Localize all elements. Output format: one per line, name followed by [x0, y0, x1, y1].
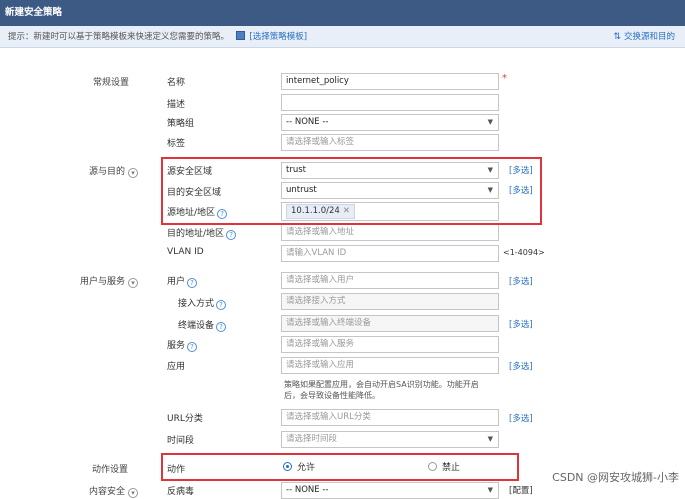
label-terminal: 终端设备?	[178, 318, 227, 332]
swap-arrows-icon: ⇅	[613, 32, 621, 42]
highlight-action	[161, 453, 519, 481]
time-placeholder: 请选择时间段	[286, 434, 338, 444]
section-content-security[interactable]: 内容安全 ▾	[89, 484, 139, 498]
required-mark: *	[502, 73, 507, 84]
swap-source-dest-link[interactable]: ⇅ 交换源和目的	[613, 26, 675, 48]
dialog-title: 新建安全策略	[0, 0, 685, 26]
section-user-service-label: 用户与服务	[80, 277, 126, 287]
app-input[interactable]: 请选择或输入应用	[281, 357, 499, 374]
label-url: URL分类	[167, 414, 203, 424]
label-terminal-text: 终端设备	[178, 321, 215, 331]
label-dst-addr-text: 目的地址/地区	[167, 229, 225, 239]
label-app: 应用	[167, 362, 186, 372]
label-time: 时间段	[167, 436, 195, 446]
chevron-down-icon: ▼	[487, 486, 493, 494]
label-tag: 标签	[167, 139, 186, 149]
group-value: -- NONE --	[286, 117, 329, 127]
service-input[interactable]: 请选择或输入服务	[281, 336, 499, 353]
label-vlan: VLAN ID	[167, 247, 204, 257]
template-icon	[235, 31, 245, 40]
csdn-watermark: CSDN @网安攻城狮-小李	[552, 469, 679, 485]
label-access-mode-text: 接入方式	[178, 299, 215, 309]
select-template-link[interactable]: [选择策略模板]	[249, 32, 307, 42]
collapse-icon[interactable]: ▾	[128, 278, 139, 288]
help-icon[interactable]: ?	[216, 300, 227, 310]
section-action-label: 动作设置	[92, 465, 129, 475]
help-icon[interactable]: ?	[216, 322, 227, 332]
label-group: 策略组	[167, 119, 195, 129]
dst-addr-input[interactable]: 请选择或输入地址	[281, 224, 499, 241]
collapse-icon[interactable]: ▾	[128, 488, 139, 498]
access-mode-input[interactable]: 请选择接入方式	[281, 293, 499, 310]
section-source-dest[interactable]: 源与目的 ▾	[89, 164, 139, 178]
vlan-range-hint: <1-4094>	[503, 248, 545, 257]
swap-link-label: 交换源和目的	[623, 32, 675, 42]
label-service: 服务?	[167, 338, 198, 352]
hint-bar: 提示：新建时可以基于策略模板来快速定义您需要的策略。 [选择策略模板] ⇅ 交换源…	[0, 26, 685, 48]
section-general-label: 常规设置	[93, 78, 130, 88]
terminal-input[interactable]: 请选择或输入终端设备	[281, 315, 499, 332]
user-input[interactable]: 请选择或输入用户	[281, 272, 499, 289]
app-multi-select[interactable]: [多选]	[509, 360, 533, 372]
user-multi-select[interactable]: [多选]	[509, 275, 533, 287]
label-user: 用户?	[167, 274, 198, 288]
group-select[interactable]: -- NONE -- ▼	[281, 114, 499, 131]
label-user-text: 用户	[167, 277, 186, 287]
label-antivirus: 反病毒	[167, 487, 195, 497]
url-input[interactable]: 请选择或输入URL分类	[281, 409, 499, 426]
label-access-mode: 接入方式?	[178, 296, 227, 310]
url-multi-select[interactable]: [多选]	[509, 412, 533, 424]
app-note-line1: 策略如果配置应用，会自动开启SA识别功能。功能开启	[284, 380, 479, 389]
name-input[interactable]: internet_policy	[281, 73, 499, 90]
label-desc: 描述	[167, 100, 186, 110]
time-select[interactable]: 请选择时间段 ▼	[281, 431, 499, 448]
label-service-text: 服务	[167, 341, 186, 351]
label-dst-addr: 目的地址/地区?	[167, 226, 237, 240]
help-icon[interactable]: ?	[226, 230, 237, 240]
vlan-input[interactable]: 请输入VLAN ID	[281, 245, 499, 262]
app-note-line2: 后，会导致设备性能降低。	[284, 391, 380, 400]
antivirus-select[interactable]: -- NONE -- ▼	[281, 482, 499, 499]
section-content-label: 内容安全	[89, 487, 126, 497]
help-icon[interactable]: ?	[187, 278, 198, 288]
chevron-down-icon: ▼	[487, 118, 493, 126]
tag-input[interactable]: 请选择或输入标签	[281, 134, 499, 151]
section-action: 动作设置	[92, 462, 128, 475]
antivirus-config-button[interactable]: [配置]	[509, 484, 533, 496]
chevron-down-icon: ▼	[487, 435, 493, 443]
section-source-dest-label: 源与目的	[89, 167, 126, 177]
highlight-source-dest	[161, 157, 542, 225]
section-user-service[interactable]: 用户与服务 ▾	[80, 274, 139, 288]
collapse-icon[interactable]: ▾	[128, 168, 139, 178]
terminal-multi-select[interactable]: [多选]	[509, 318, 533, 330]
desc-input[interactable]	[281, 94, 499, 111]
section-general: 常规设置	[93, 75, 129, 88]
label-name: 名称	[167, 78, 186, 88]
hint-text: 提示：新建时可以基于策略模板来快速定义您需要的策略。	[8, 32, 230, 42]
help-icon[interactable]: ?	[187, 342, 198, 352]
antivirus-value: -- NONE --	[286, 485, 329, 495]
